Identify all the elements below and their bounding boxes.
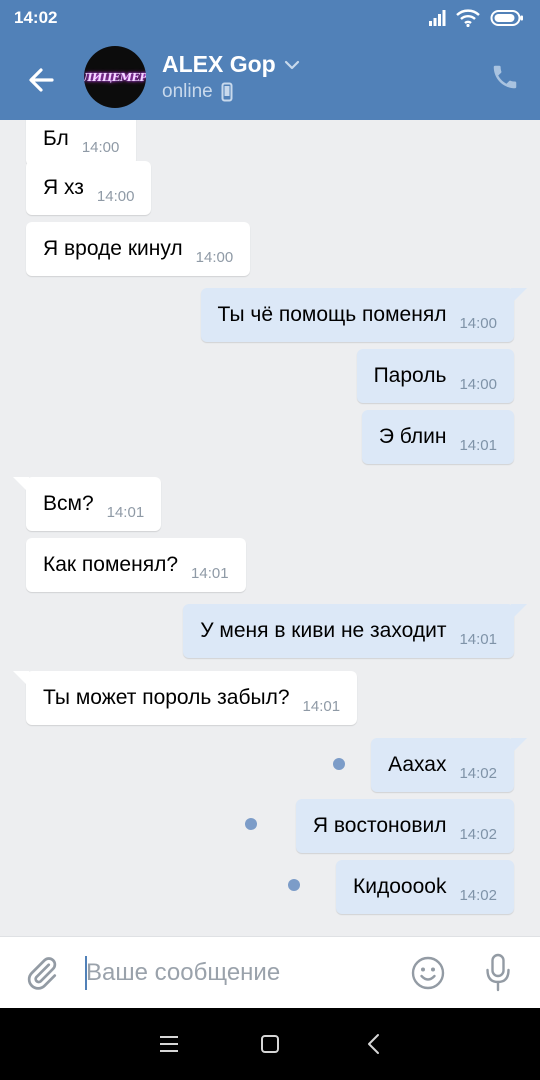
message-time: 14:00 bbox=[459, 314, 497, 332]
paperclip-icon bbox=[27, 957, 57, 990]
unread-indicator bbox=[333, 758, 345, 770]
emoji-button[interactable] bbox=[411, 956, 445, 990]
message-text: Я востоновил bbox=[312, 814, 447, 837]
message-bubble-outgoing[interactable]: Пароль 14:00 bbox=[356, 349, 514, 403]
bubble-tail bbox=[511, 738, 527, 754]
message-bubble-outgoing[interactable]: Кидооook 14:02 bbox=[336, 860, 514, 914]
message-text: Я хз bbox=[43, 176, 84, 199]
message-time: 14:02 bbox=[459, 764, 497, 782]
menu-icon bbox=[160, 1036, 178, 1052]
message-text: Ты чё помощь поменял bbox=[217, 303, 447, 326]
message-list[interactable]: Бл 14:00 Я хз 14:00 Я вроде кинул 14:00 … bbox=[0, 120, 540, 936]
call-button[interactable] bbox=[490, 62, 520, 92]
mobile-phone-icon bbox=[221, 82, 233, 102]
message-time: 14:01 bbox=[459, 436, 497, 454]
status-icons bbox=[428, 8, 524, 28]
message-bubble-incoming[interactable]: Ты может пороль забыл? 14:01 bbox=[13, 671, 358, 725]
contact-name: ALEX Gop bbox=[162, 51, 276, 77]
online-status-text: online bbox=[162, 81, 213, 102]
system-navigation-bar bbox=[0, 1008, 540, 1080]
message-bubble-incoming[interactable]: Бл 14:00 bbox=[26, 120, 137, 166]
message-bubble-incoming[interactable]: Как поменял? 14:01 bbox=[26, 538, 246, 592]
message-text: Бл bbox=[43, 127, 69, 150]
message-time: 14:00 bbox=[195, 248, 234, 266]
message-text: Пароль bbox=[373, 364, 447, 387]
message-time: 14:00 bbox=[459, 375, 497, 393]
message-time: 14:00 bbox=[81, 138, 120, 156]
contact-name-button[interactable]: ALEX Gop bbox=[162, 51, 300, 78]
nav-home-button[interactable] bbox=[260, 1034, 280, 1054]
message-bubble-outgoing[interactable]: Э блин 14:01 bbox=[361, 410, 514, 464]
back-icon bbox=[368, 1034, 379, 1054]
wifi-icon bbox=[456, 9, 480, 27]
unread-indicator bbox=[288, 879, 300, 891]
message-time: 14:01 bbox=[459, 630, 497, 648]
microphone-icon bbox=[486, 953, 510, 992]
message-text: Всм? bbox=[43, 492, 94, 515]
home-icon bbox=[261, 1035, 279, 1053]
battery-icon bbox=[490, 10, 523, 26]
message-time: 14:02 bbox=[459, 886, 497, 904]
message-text: Кидооook bbox=[353, 875, 447, 898]
bubble-tail bbox=[511, 604, 527, 620]
message-time: 14:00 bbox=[96, 187, 135, 205]
message-text: Э блин bbox=[378, 425, 447, 448]
unread-indicator bbox=[245, 818, 257, 830]
smiley-icon bbox=[411, 956, 445, 990]
contact-status: online bbox=[162, 81, 233, 103]
app-bar: ЛИЦЕМЕР ALEX Gop online bbox=[0, 36, 540, 120]
message-composer bbox=[0, 936, 540, 1008]
bubble-tail bbox=[13, 671, 29, 687]
phone-icon bbox=[493, 65, 517, 89]
chat-header: 14:02 ЛИЦЕМЕР ALEX Gop online bbox=[0, 0, 540, 120]
attach-button[interactable] bbox=[24, 955, 60, 991]
message-time: 14:02 bbox=[459, 825, 497, 843]
message-time: 14:01 bbox=[302, 697, 341, 715]
arrow-left-icon bbox=[29, 68, 54, 92]
avatar-logo-text: ЛИЦЕМЕР bbox=[84, 70, 146, 84]
nav-back-button[interactable] bbox=[366, 1033, 380, 1055]
message-text: Аахах bbox=[388, 753, 447, 776]
message-text: Как поменял? bbox=[43, 553, 179, 576]
message-bubble-incoming[interactable]: Я вроде кинул 14:00 bbox=[26, 222, 251, 276]
message-bubble-outgoing[interactable]: Я востоновил 14:02 bbox=[295, 799, 514, 853]
message-text: Я вроде кинул bbox=[43, 237, 183, 260]
bubble-tail bbox=[511, 288, 527, 304]
message-bubble-outgoing[interactable]: Ты чё помощь поменял 14:00 bbox=[200, 288, 527, 342]
back-button[interactable] bbox=[22, 60, 62, 100]
message-bubble-incoming[interactable]: Я хз 14:00 bbox=[26, 161, 152, 215]
message-input[interactable] bbox=[86, 955, 386, 991]
signal-icon bbox=[429, 10, 446, 26]
message-bubble-outgoing[interactable]: У меня в киви не заходит 14:01 bbox=[183, 604, 527, 658]
avatar[interactable]: ЛИЦЕМЕР bbox=[84, 46, 146, 108]
message-bubble-incoming[interactable]: Всм? 14:01 bbox=[13, 477, 162, 531]
nav-menu-button[interactable] bbox=[158, 1034, 180, 1054]
message-time: 14:01 bbox=[191, 564, 229, 582]
status-time: 14:02 bbox=[14, 8, 58, 27]
voice-message-button[interactable] bbox=[484, 953, 512, 993]
bubble-tail bbox=[13, 477, 29, 493]
message-text: У меня в киви не заходит bbox=[200, 619, 447, 642]
message-time: 14:01 bbox=[106, 503, 145, 521]
chevron-down-icon bbox=[284, 60, 299, 69]
status-bar: 14:02 bbox=[0, 0, 540, 36]
message-text: Ты может пороль забыл? bbox=[43, 686, 290, 709]
message-bubble-outgoing[interactable]: Аахах 14:02 bbox=[371, 738, 527, 792]
